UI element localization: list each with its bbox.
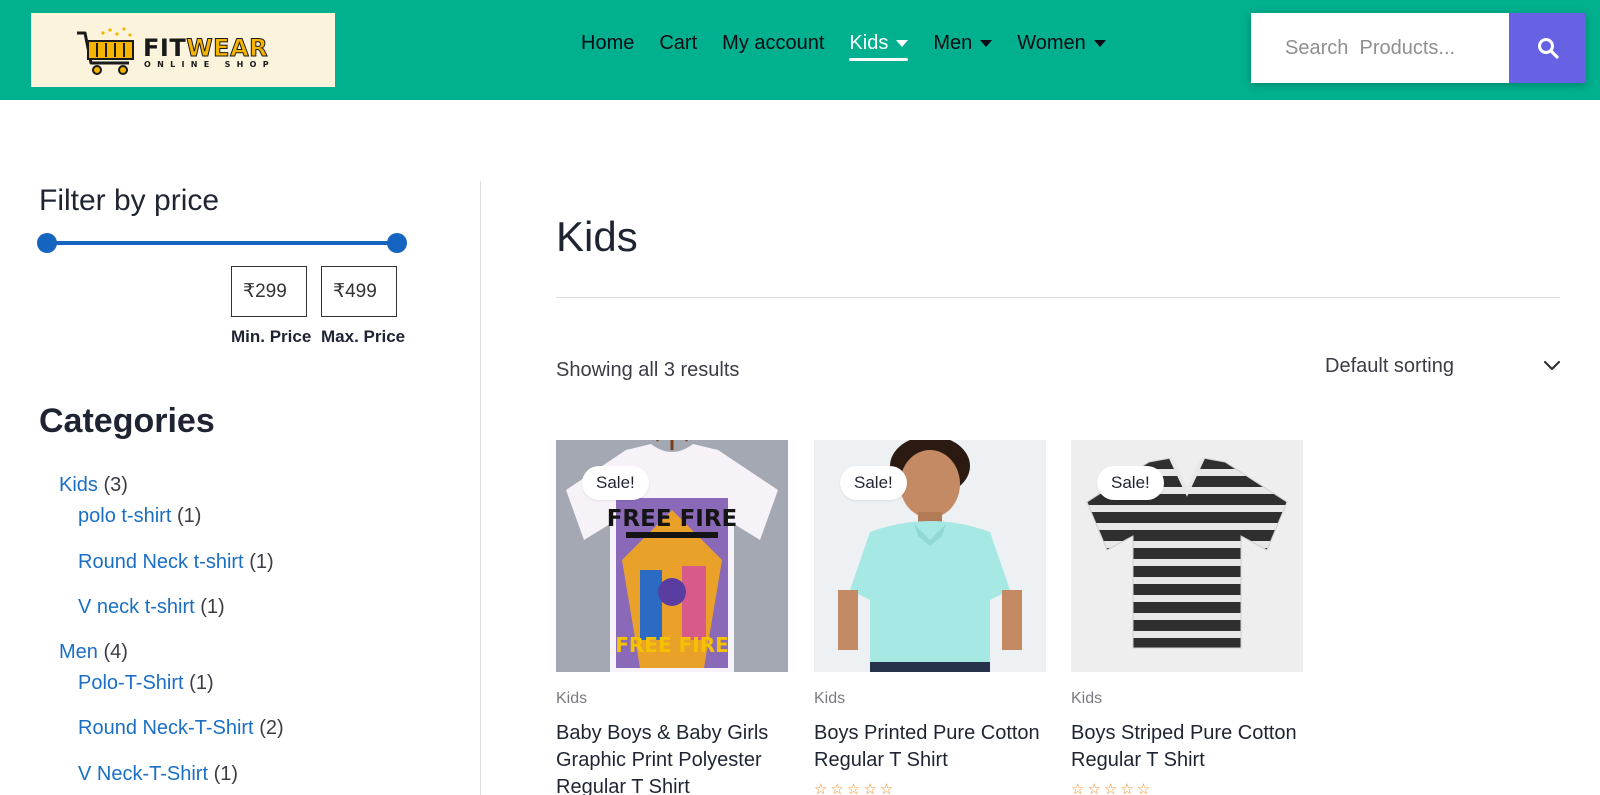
product-image[interactable]: FREE FIRE FREE FIRE Sale!	[556, 440, 788, 672]
sale-badge: Sale!	[840, 466, 907, 500]
category-count: (1)	[200, 596, 225, 618]
product-image-text: FREE FIRE	[607, 506, 738, 532]
nav-home-label: Home	[581, 31, 635, 54]
category-count: (1)	[249, 551, 274, 573]
product-image-text: FREE FIRE	[615, 633, 729, 657]
category-round-neck-t-shirt: Round Neck t-shirt (1)	[78, 551, 274, 574]
product-category[interactable]: Kids	[814, 690, 845, 708]
category-link[interactable]: Polo-T-Shirt	[78, 672, 184, 694]
max-price-field[interactable]: ₹499	[321, 266, 397, 317]
nav-men-label: Men	[933, 31, 973, 54]
product-title[interactable]: Boys Striped Pure Cotton Regular T Shirt	[1071, 720, 1311, 774]
chevron-down-icon	[1543, 360, 1561, 371]
category-link[interactable]: Men	[59, 641, 98, 663]
category-count: (3)	[103, 474, 128, 496]
shopping-cart-icon	[77, 27, 134, 75]
logo-word-wear: WEAR	[186, 34, 269, 62]
star-rating: ☆☆☆☆☆	[1071, 781, 1154, 795]
category-count: (2)	[259, 717, 284, 739]
nav-my-account-label: My account	[722, 31, 825, 54]
nav-home[interactable]: Home	[581, 32, 634, 55]
max-price-label: Max. Price	[321, 327, 406, 346]
product-image[interactable]: Sale!	[1071, 440, 1303, 672]
site-header: FITWEAR ONLINE SHOP Home Cart My account…	[0, 0, 1600, 100]
category-count: (4)	[103, 641, 128, 663]
category-men: Men (4)	[59, 641, 128, 664]
site-logo[interactable]: FITWEAR ONLINE SHOP	[31, 13, 335, 87]
search-button[interactable]	[1509, 13, 1586, 83]
search-input[interactable]	[1251, 13, 1509, 83]
nav-women-label: Women	[1017, 31, 1086, 54]
nav-cart-label: Cart	[659, 31, 698, 54]
price-slider[interactable]	[37, 231, 417, 255]
search-form	[1251, 13, 1586, 83]
category-kids: Kids (3)	[59, 474, 128, 497]
category-link[interactable]: V neck t-shirt	[78, 596, 195, 618]
category-link[interactable]: Round Neck t-shirt	[78, 551, 244, 573]
min-price-field[interactable]: ₹299	[231, 266, 307, 317]
nav-men[interactable]: Men	[933, 31, 993, 55]
product-category[interactable]: Kids	[1071, 690, 1102, 708]
sale-badge: Sale!	[1097, 466, 1164, 500]
logo-word-fit: FIT	[143, 34, 187, 62]
product-title[interactable]: Baby Boys & Baby Girls Graphic Print Pol…	[556, 720, 796, 795]
logo-wordmark: FITWEAR	[143, 34, 269, 62]
star-rating: ☆☆☆☆☆	[814, 781, 897, 795]
page-title: Kids	[556, 213, 638, 260]
price-slider-min-handle[interactable]	[37, 233, 57, 253]
title-divider	[556, 297, 1560, 298]
sidebar-divider	[480, 181, 481, 795]
caret-down-icon	[1093, 39, 1106, 47]
product-title[interactable]: Boys Printed Pure Cotton Regular T Shirt	[814, 720, 1054, 774]
category-link[interactable]: V Neck-T-Shirt	[78, 763, 208, 785]
price-slider-max-handle[interactable]	[387, 233, 407, 253]
category-round-neck-t-shirt-men: Round Neck-T-Shirt (2)	[78, 717, 284, 740]
nav-kids[interactable]: Kids	[849, 31, 909, 61]
category-count: (1)	[176, 505, 202, 527]
category-polo-t-shirt: polo t-shirt (1)	[78, 505, 201, 528]
category-polo-t-shirt-men: Polo-T-Shirt (1)	[78, 672, 214, 695]
sort-select[interactable]: Default sorting	[1325, 350, 1561, 382]
category-v-neck-t-shirt-men: V Neck-T-Shirt (1)	[78, 763, 238, 786]
category-count: (1)	[213, 763, 239, 785]
result-count: Showing all 3 results	[556, 359, 740, 381]
caret-down-icon	[980, 39, 993, 47]
nav-women[interactable]: Women	[1017, 32, 1106, 55]
filter-title: Filter by price	[39, 184, 220, 217]
caret-down-icon	[896, 39, 909, 47]
search-icon	[1537, 38, 1559, 59]
nav-my-account[interactable]: My account	[722, 32, 824, 55]
sale-badge: Sale!	[582, 466, 649, 500]
category-link[interactable]: Round Neck-T-Shirt	[78, 717, 254, 739]
product-category[interactable]: Kids	[556, 690, 587, 708]
category-count: (1)	[189, 672, 214, 694]
product-image[interactable]: Sale!	[814, 440, 1046, 672]
category-link[interactable]: Kids	[59, 474, 98, 496]
price-slider-track	[45, 241, 396, 245]
category-v-neck-t-shirt: V neck t-shirt (1)	[78, 596, 225, 619]
nav-cart[interactable]: Cart	[659, 32, 697, 55]
logo-subtitle: ONLINE SHOP	[144, 60, 275, 69]
category-link[interactable]: polo t-shirt	[78, 505, 171, 527]
nav-kids-label: Kids	[849, 31, 889, 54]
categories-title: Categories	[39, 402, 215, 440]
main-nav: Home Cart My account Kids Men Women	[581, 28, 1131, 61]
min-price-label: Min. Price	[231, 327, 312, 346]
sort-select-value: Default sorting	[1325, 354, 1454, 377]
